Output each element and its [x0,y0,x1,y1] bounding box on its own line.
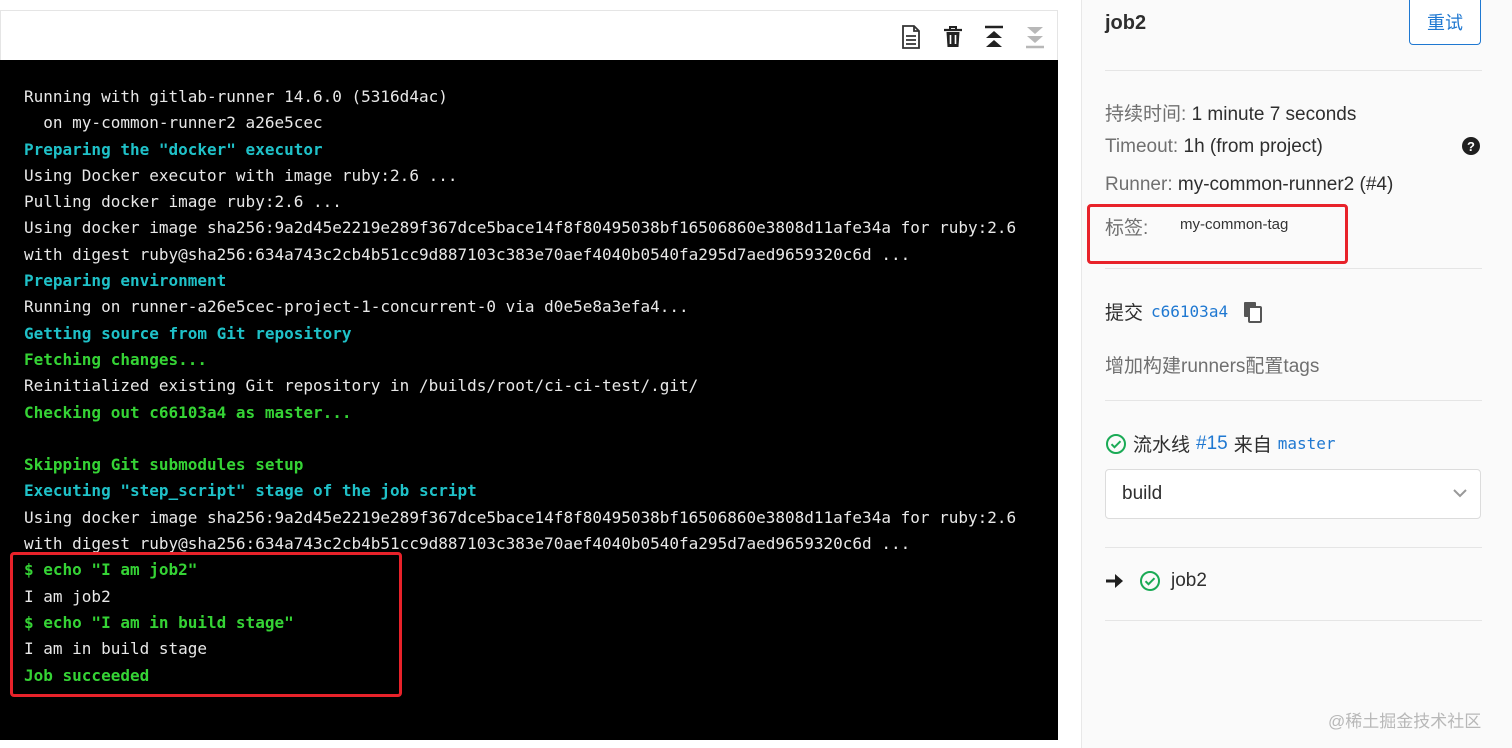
arrow-right-icon [1106,574,1123,588]
erase-log-button[interactable] [941,25,965,49]
scroll-top-icon [985,25,1003,47]
log-line: Preparing the "docker" executor [24,139,323,159]
log-line: Running on runner-a26e5cec-project-1-con… [24,297,689,317]
divider [1105,547,1482,548]
timeout-label: Timeout: [1105,136,1179,157]
commit-message: 增加构建runners配置tags [1105,356,1320,377]
duration-value: 1 minute 7 seconds [1191,104,1357,125]
log-line: Job succeeded [24,665,150,685]
tag-badge: my-common-tag [1180,216,1289,233]
status-success-icon [1140,571,1160,591]
job-log-output[interactable]: Running with gitlab-runner 14.6.0 (5316d… [0,60,1058,740]
log-line: Skipping Git submodules setup [24,455,304,475]
runner-label: Runner: [1105,174,1173,195]
log-toolbar [0,10,1058,60]
log-line: Reinitialized existing Git repository in… [24,376,699,396]
log-line: $ echo "I am job2" [24,560,198,580]
timeout-value: 1h (from project) [1183,136,1323,157]
duration-row: 持续时间: 1 minute 7 seconds [1105,99,1356,126]
log-line: on my-common-runner2 a26e5cec [24,113,323,133]
job-sidebar: job2 重试 持续时间: 1 minute 7 seconds Timeout… [1081,0,1512,748]
log-line: Getting source from Git repository [24,323,352,343]
commit-row: 提交 c66103a4 [1105,298,1264,325]
log-line: Fetching changes... [24,349,208,369]
scroll-top-button[interactable] [982,25,1006,49]
pipeline-label: 流水线 [1133,435,1191,456]
erase-icon [944,26,962,47]
log-line: Preparing environment [24,271,227,291]
pipeline-id-link[interactable]: #15 [1196,433,1228,455]
raw-log-icon [902,25,920,49]
stage-dropdown[interactable]: build [1105,469,1481,519]
log-line: $ echo "I am in build stage" [24,612,294,632]
pipeline-from: 来自 [1233,435,1272,456]
log-line: Executing "step_script" stage of the job… [24,481,477,501]
log-line: with digest ruby@sha256:634a743c2cb4b51c… [24,244,911,264]
divider [1105,620,1482,621]
log-line: Using Docker executor with image ruby:2.… [24,165,458,185]
log-line: with digest ruby@sha256:634a743c2cb4b51c… [24,534,911,554]
status-success-icon [1106,433,1126,454]
log-line: Checking out c66103a4 as master... [24,402,352,422]
duration-label: 持续时间: [1105,104,1187,125]
divider [1105,70,1482,71]
chevron-down-icon [1453,489,1467,498]
divider [1105,268,1482,269]
log-line: Pulling docker image ruby:2.6 ... [24,192,342,212]
runner-value[interactable]: my-common-runner2 (#4) [1178,174,1393,195]
scroll-bottom-button[interactable] [1023,25,1047,49]
timeout-row: Timeout: 1h (from project) [1105,136,1323,158]
tags-label: 标签: [1105,218,1149,239]
question-icon[interactable]: ? [1462,137,1480,155]
commit-label: 提交 [1105,303,1144,324]
watermark: @稀土掘金技术社区 [1328,712,1482,731]
log-line: Using docker image sha256:9a2d45e2219e28… [24,507,1017,527]
job-title: job2 [1105,12,1147,34]
scroll-bottom-icon [1026,27,1044,49]
pipeline-row: 流水线 #15 来自 master [1105,430,1336,457]
job-list-item-name: job2 [1171,570,1207,591]
retry-button[interactable]: 重试 [1409,0,1481,45]
stage-selected-value: build [1122,483,1163,504]
log-line: I am in build stage [24,639,208,659]
log-line: Running with gitlab-runner 14.6.0 (5316d… [24,87,448,106]
commit-sha-link[interactable]: c66103a4 [1151,302,1228,321]
log-line: Using docker image sha256:9a2d45e2219e28… [24,218,1017,238]
job-log-panel: Running with gitlab-runner 14.6.0 (5316d… [0,10,1058,740]
runner-row: Runner: my-common-runner2 (#4) [1105,174,1393,196]
raw-log-button[interactable] [899,25,923,49]
job-list-item[interactable]: job2 [1105,570,1207,592]
pipeline-ref-link[interactable]: master [1278,434,1336,453]
log-line: I am job2 [24,586,111,606]
copy-icon[interactable] [1242,301,1264,323]
divider [1105,400,1482,401]
